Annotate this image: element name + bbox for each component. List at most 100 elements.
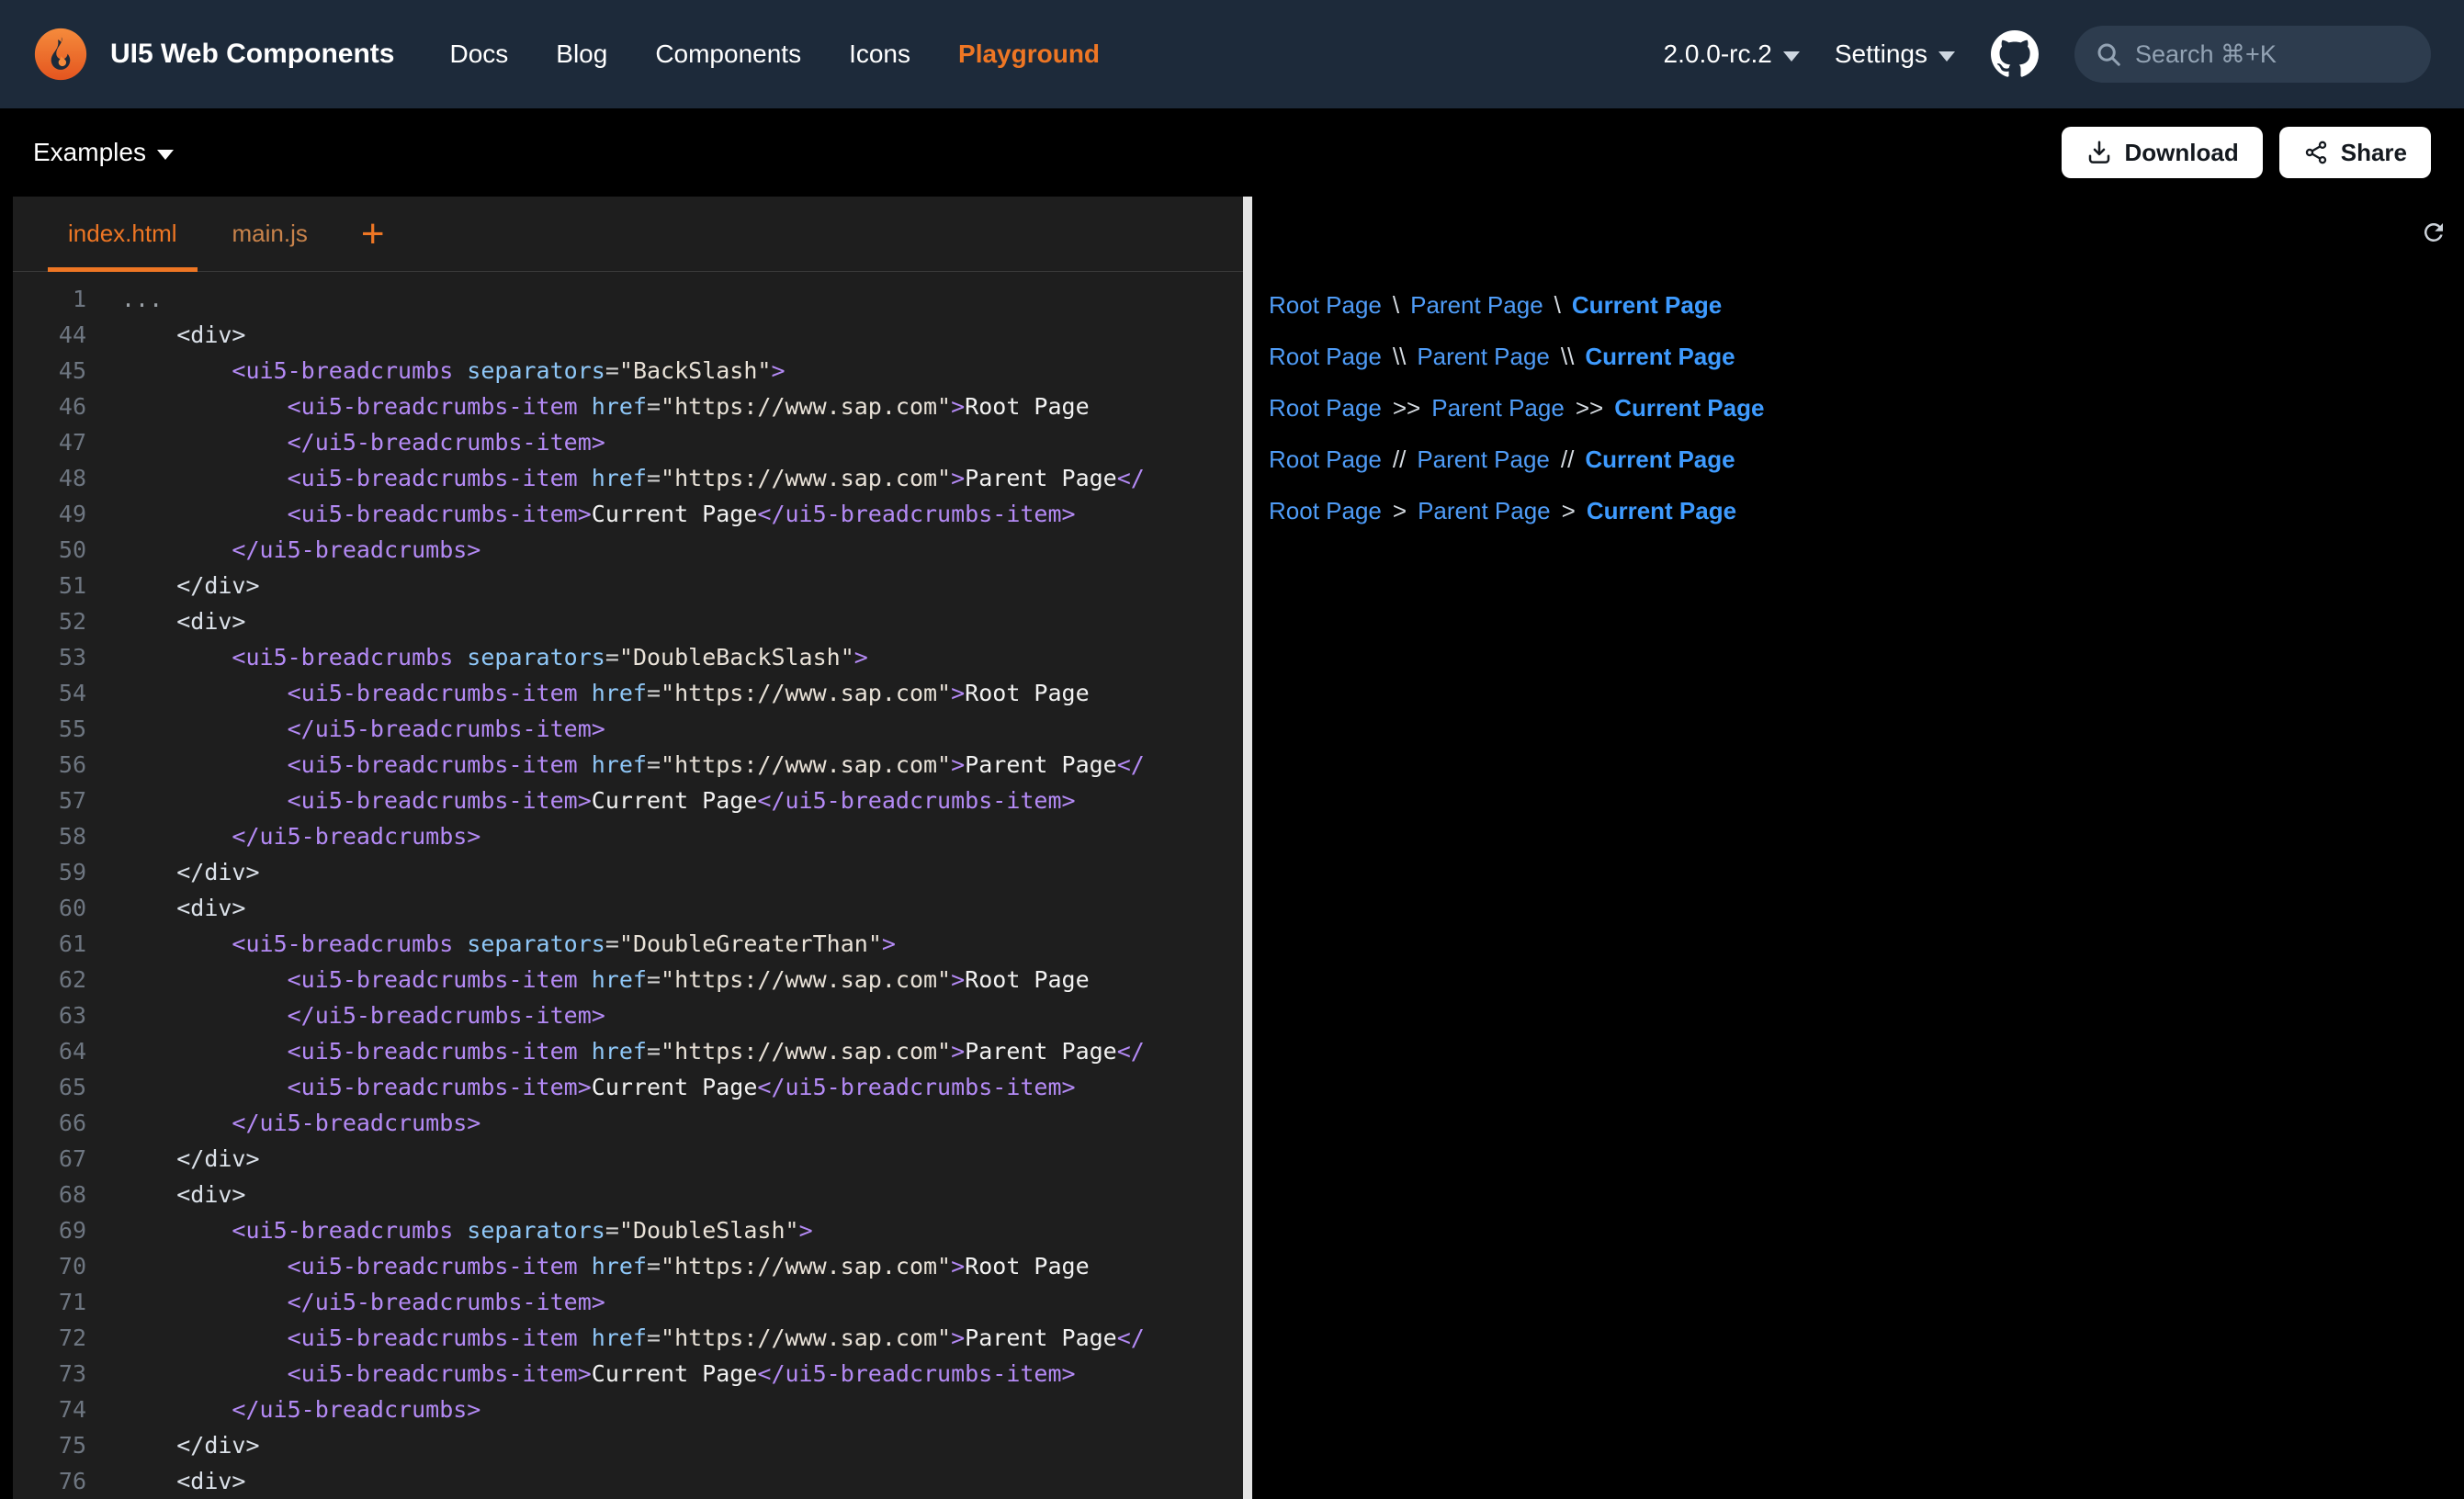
line-number: 62 [13,962,86,997]
tab-main.js[interactable]: main.js [205,197,335,271]
code-line: 58 </ui5-breadcrumbs> [13,818,1243,854]
download-button[interactable]: Download [2062,127,2263,178]
nav-right-cluster: 2.0.0-rc.2 Settings [1664,26,2431,83]
code-line: 54 <ui5-breadcrumbs-item href="https://w… [13,675,1243,711]
line-number: 75 [13,1427,86,1463]
reload-preview-button[interactable] [2420,219,2447,249]
toolbar-actions: Download Share [2062,127,2431,178]
nav-item-components[interactable]: Components [631,39,825,69]
line-number: 69 [13,1212,86,1248]
breadcrumb-link[interactable]: Parent Page [1431,394,1565,423]
code-line: 56 <ui5-breadcrumbs-item href="https://w… [13,747,1243,783]
download-icon [2085,139,2113,166]
playground-main: index.htmlmain.js+ 1...44 <div>45 <ui5-b… [0,197,2464,1499]
code-text: ... [86,281,163,317]
top-navigation: UI5 Web Components DocsBlogComponentsIco… [0,0,2464,108]
share-label: Share [2341,139,2407,167]
breadcrumb-current: Current Page [1587,497,1736,525]
search-box[interactable] [2074,26,2431,83]
breadcrumb-row: Root Page\\Parent Page\\Current Page [1269,331,2464,382]
code-text: </div> [86,568,260,603]
breadcrumb-link[interactable]: Parent Page [1410,291,1543,320]
line-number: 72 [13,1320,86,1356]
code-line: 72 <ui5-breadcrumbs-item href="https://w… [13,1320,1243,1356]
line-number: 68 [13,1177,86,1212]
code-line: 46 <ui5-breadcrumbs-item href="https://w… [13,389,1243,424]
code-line: 44 <div> [13,317,1243,353]
breadcrumb-link[interactable]: Root Page [1269,497,1382,525]
code-line: 66 </ui5-breadcrumbs> [13,1105,1243,1141]
search-input[interactable] [2135,40,2411,69]
code-text: <ui5-breadcrumbs separators="BackSlash"> [86,353,786,389]
breadcrumb-link[interactable]: Parent Page [1418,497,1551,525]
code-text: <ui5-breadcrumbs-item href="https://www.… [86,675,1090,711]
code-line: 71 </ui5-breadcrumbs-item> [13,1284,1243,1320]
share-button[interactable]: Share [2279,127,2431,178]
settings-dropdown[interactable]: Settings [1835,39,1955,69]
breadcrumb-separator: > [1562,497,1576,525]
code-line: 74 </ui5-breadcrumbs> [13,1392,1243,1427]
code-editor-pane: index.htmlmain.js+ 1...44 <div>45 <ui5-b… [13,197,1243,1499]
settings-label: Settings [1835,39,1927,69]
code-line: 62 <ui5-breadcrumbs-item href="https://w… [13,962,1243,997]
code-text: <div> [86,317,245,353]
breadcrumb-current: Current Page [1614,394,1764,423]
breadcrumb-separator: >> [1576,394,1603,423]
nav-item-playground[interactable]: Playground [934,39,1124,69]
breadcrumb-link[interactable]: Root Page [1269,394,1382,423]
code-text: <div> [86,890,245,926]
nav-item-icons[interactable]: Icons [825,39,934,69]
line-number: 67 [13,1141,86,1177]
breadcrumb-row: Root Page>>Parent Page>>Current Page [1269,382,2464,434]
nav-item-docs[interactable]: Docs [425,39,532,69]
pane-splitter[interactable] [1243,197,1252,1499]
code-area[interactable]: 1...44 <div>45 <ui5-breadcrumbs separato… [13,272,1243,1499]
code-line: 48 <ui5-breadcrumbs-item href="https://w… [13,460,1243,496]
github-icon [1991,30,2039,78]
code-text: </div> [86,1141,260,1177]
brand-title: UI5 Web Components [110,39,394,70]
examples-dropdown[interactable]: Examples [33,138,174,167]
code-line: 64 <ui5-breadcrumbs-item href="https://w… [13,1033,1243,1069]
code-line: 57 <ui5-breadcrumbs-item>Current Page</u… [13,783,1243,818]
line-number: 56 [13,747,86,783]
line-number: 52 [13,603,86,639]
code-line: 52 <div> [13,603,1243,639]
github-link[interactable] [1990,29,2040,79]
line-number: 59 [13,854,86,890]
breadcrumb-link[interactable]: Root Page [1269,291,1382,320]
line-number: 44 [13,317,86,353]
examples-label: Examples [33,138,146,167]
ui5-logo-icon [33,27,88,82]
download-label: Download [2125,139,2239,167]
nav-item-blog[interactable]: Blog [532,39,631,69]
code-line: 65 <ui5-breadcrumbs-item>Current Page</u… [13,1069,1243,1105]
tab-index.html[interactable]: index.html [40,197,205,271]
code-text: </ui5-breadcrumbs-item> [86,424,605,460]
code-text: </ui5-breadcrumbs> [86,532,480,568]
code-text: <ui5-breadcrumbs separators="DoubleBackS… [86,639,868,675]
code-line: 61 <ui5-breadcrumbs separators="DoubleGr… [13,926,1243,962]
code-line: 75 </div> [13,1427,1243,1463]
breadcrumb-link[interactable]: Root Page [1269,445,1382,474]
refresh-icon [2420,219,2447,246]
breadcrumb-link[interactable]: Root Page [1269,343,1382,371]
line-number: 58 [13,818,86,854]
line-number: 71 [13,1284,86,1320]
line-number: 54 [13,675,86,711]
add-tab-button[interactable]: + [335,197,411,271]
code-text: <ui5-breadcrumbs-item href="https://www.… [86,1320,1145,1356]
code-line: 45 <ui5-breadcrumbs separators="BackSlas… [13,353,1243,389]
breadcrumb-link[interactable]: Parent Page [1417,445,1550,474]
breadcrumb-current: Current Page [1572,291,1722,320]
version-dropdown[interactable]: 2.0.0-rc.2 [1664,39,1800,69]
breadcrumb-link[interactable]: Parent Page [1417,343,1550,371]
line-number: 50 [13,532,86,568]
breadcrumb-separator: \\ [1561,343,1574,371]
code-text: </ui5-breadcrumbs> [86,1392,480,1427]
code-line: 51 </div> [13,568,1243,603]
code-text: <ui5-breadcrumbs separators="DoubleGreat… [86,926,896,962]
line-number: 63 [13,997,86,1033]
code-line: 63 </ui5-breadcrumbs-item> [13,997,1243,1033]
chevron-down-icon [157,150,174,160]
